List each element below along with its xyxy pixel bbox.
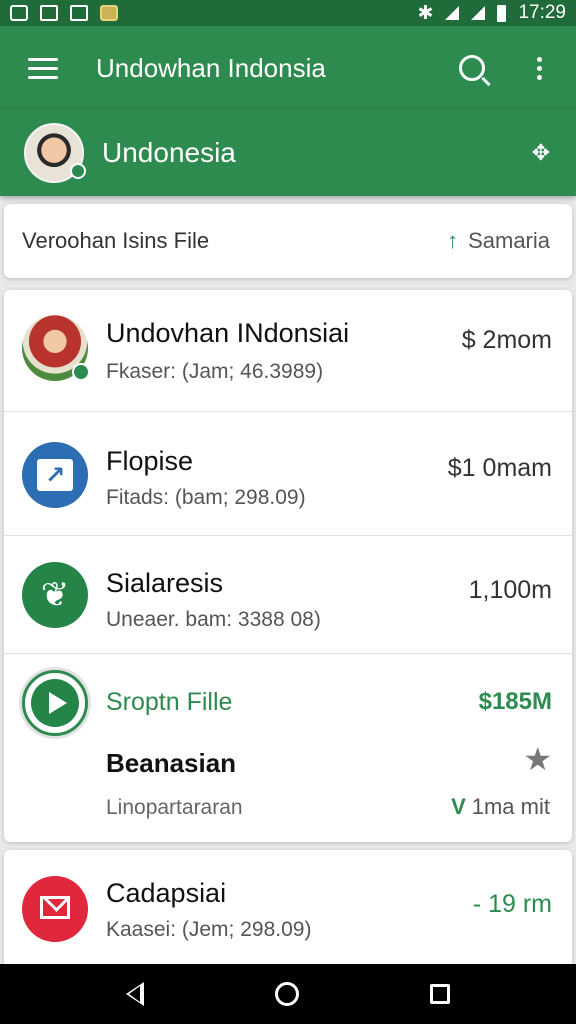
check-icon: V: [451, 794, 466, 819]
transaction-list: Undovhan INdonsiai Fkaser: (Jam; 46.3989…: [4, 290, 572, 842]
item-meta-text: 1ma mit: [471, 794, 550, 819]
list-header-label: Veroohan Isins File: [22, 228, 210, 253]
wifi-icon: [471, 6, 486, 20]
list-item[interactable]: Undovhan INdonsiai Fkaser: (Jam; 46.3989…: [4, 290, 572, 412]
item-title: Cadapsiai: [106, 878, 227, 908]
item-title: Sroptn Fille: [106, 688, 233, 716]
group-icon[interactable]: ✥: [532, 140, 550, 166]
home-icon[interactable]: [274, 982, 299, 1006]
item-subtitle: Fkaser: (Jam; 46.3989): [106, 360, 324, 383]
list-header: Veroohan Isins File ↑ Samaria: [4, 204, 572, 278]
item-detail-label: Beanasian: [106, 748, 237, 778]
list-item[interactable]: ↗ Flopise Fitads: (bam; 298.09) $1 0mam: [4, 412, 572, 536]
item-value: $185M: [478, 688, 552, 715]
status-time: 17:29: [518, 2, 566, 23]
item-value: 1,100m: [468, 576, 552, 604]
item-subtitle: Uneaer. bam: 3388 08): [106, 608, 321, 631]
avatar[interactable]: [24, 123, 86, 183]
avatar: [22, 315, 90, 381]
item-title: Sialaresis: [106, 568, 224, 598]
more-options-icon[interactable]: [537, 56, 542, 80]
mail-icon: [22, 876, 88, 942]
item-subtitle: Linopartararan: [106, 796, 243, 819]
item-subtitle: Fitads: (bam; 298.09): [106, 486, 306, 509]
battery-icon: [497, 4, 507, 22]
play-icon[interactable]: [22, 670, 88, 736]
sort-label: Samaria: [468, 228, 550, 253]
leaf-icon: ❦: [22, 562, 88, 628]
profile-bar: Undonesia ✥: [0, 110, 576, 196]
item-title: Undovhan INdonsiai: [106, 318, 350, 348]
transaction-list-partial: Cadapsiai Kaasei: (Jem; 298.09) - 19 rm: [4, 850, 572, 970]
system-nav-bar: [0, 964, 576, 1024]
sort-icon: ↑: [447, 228, 459, 253]
app-title: Undowhan Indonsia: [96, 52, 326, 83]
list-item[interactable]: ❦ Sialaresis Uneaer. bam: 3388 08) 1,100…: [4, 536, 572, 654]
list-item-expanded[interactable]: Sroptn Fille $185M Beanasian ★ Linoparta…: [4, 654, 572, 842]
back-icon[interactable]: [125, 982, 144, 1006]
sort-button[interactable]: ↑ Samaria: [447, 228, 550, 254]
app-notification-icon: [100, 5, 118, 21]
item-title: Flopise: [106, 446, 194, 476]
chart-icon: ↗: [22, 442, 88, 508]
notification-icon: [10, 5, 28, 21]
item-value: - 19 rm: [472, 890, 552, 918]
verified-icon: [72, 363, 90, 381]
recent-apps-icon[interactable]: [430, 984, 451, 1004]
app-bar: Undowhan Indonsia: [0, 26, 576, 110]
signal-icon: [445, 6, 460, 20]
status-bar: ✱ 17:29: [0, 0, 576, 26]
image-icon: [40, 5, 58, 21]
camera-icon: [70, 5, 88, 21]
online-status-icon: [70, 163, 86, 179]
item-value: $ 2mom: [461, 326, 552, 354]
bluetooth-icon: ✱: [417, 2, 434, 24]
item-meta: V 1ma mit: [451, 794, 550, 820]
search-icon[interactable]: [459, 55, 485, 81]
profile-name: Undonesia: [102, 137, 236, 168]
item-subtitle: Kaasei: (Jem; 298.09): [106, 918, 312, 941]
item-value: $1 0mam: [447, 454, 552, 482]
star-icon[interactable]: ★: [523, 740, 552, 778]
menu-icon[interactable]: [28, 57, 58, 79]
